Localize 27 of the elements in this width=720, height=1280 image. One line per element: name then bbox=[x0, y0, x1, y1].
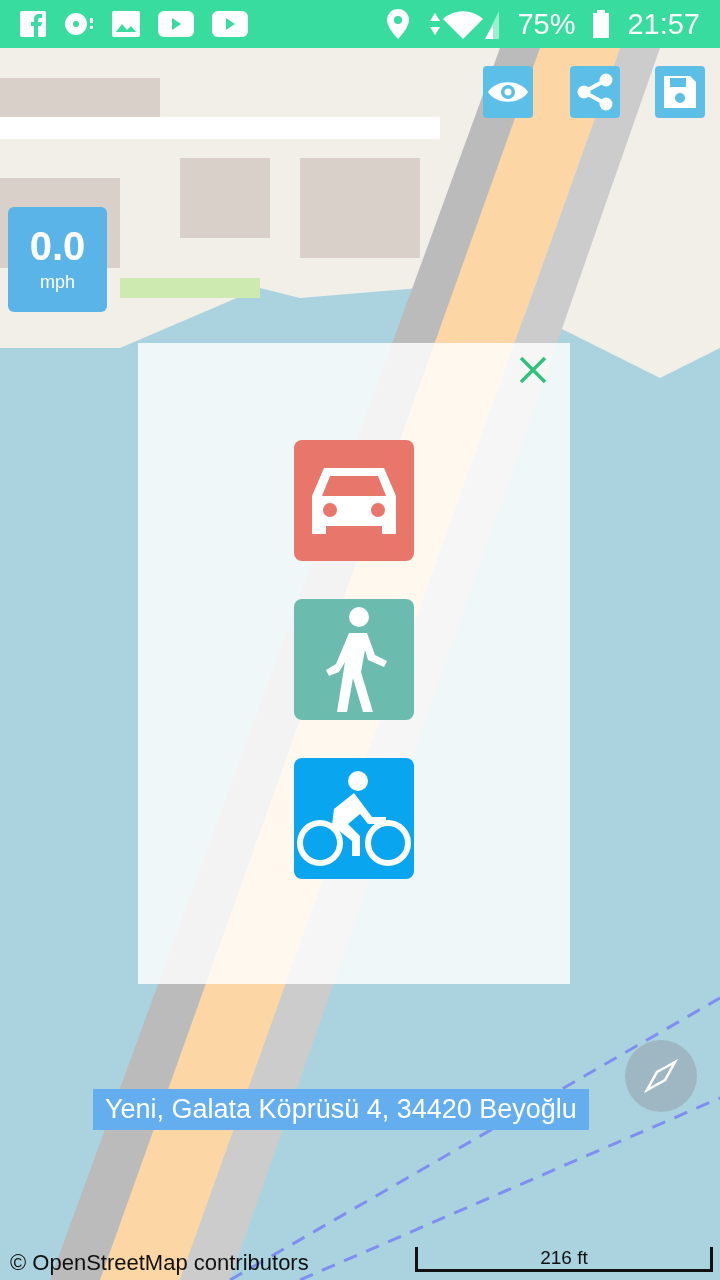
play-icon bbox=[158, 11, 194, 37]
share-icon bbox=[576, 73, 614, 111]
car-mode-button[interactable] bbox=[294, 440, 414, 561]
clock-time: 21:57 bbox=[627, 7, 700, 41]
speed-unit: mph bbox=[40, 272, 75, 293]
wifi-icon bbox=[427, 9, 500, 39]
image-icon bbox=[112, 11, 140, 37]
scale-bar: 216 ft bbox=[415, 1247, 713, 1272]
share-button[interactable] bbox=[570, 66, 620, 118]
bike-mode-button[interactable] bbox=[294, 758, 414, 879]
battery-percentage: 75% bbox=[517, 7, 576, 41]
address-label: Yeni, Galata Köprüsü 4, 34420 Beyoğlu bbox=[93, 1089, 589, 1130]
facebook-icon bbox=[20, 11, 46, 37]
map-attribution: © OpenStreetMap contributors bbox=[10, 1250, 309, 1276]
compass-button[interactable] bbox=[625, 1040, 697, 1112]
play-icon bbox=[212, 11, 248, 37]
eye-button[interactable] bbox=[483, 66, 533, 118]
save-button[interactable] bbox=[655, 66, 705, 118]
location-pin-icon bbox=[387, 9, 410, 39]
eye-icon bbox=[488, 79, 528, 105]
disc-icon bbox=[64, 11, 94, 37]
compass-needle-icon bbox=[643, 1058, 679, 1094]
cyclist-icon bbox=[296, 768, 412, 869]
walk-mode-button[interactable] bbox=[294, 599, 414, 720]
battery-icon bbox=[593, 10, 610, 38]
close-icon bbox=[519, 356, 547, 384]
speed-value: 0.0 bbox=[29, 226, 86, 266]
